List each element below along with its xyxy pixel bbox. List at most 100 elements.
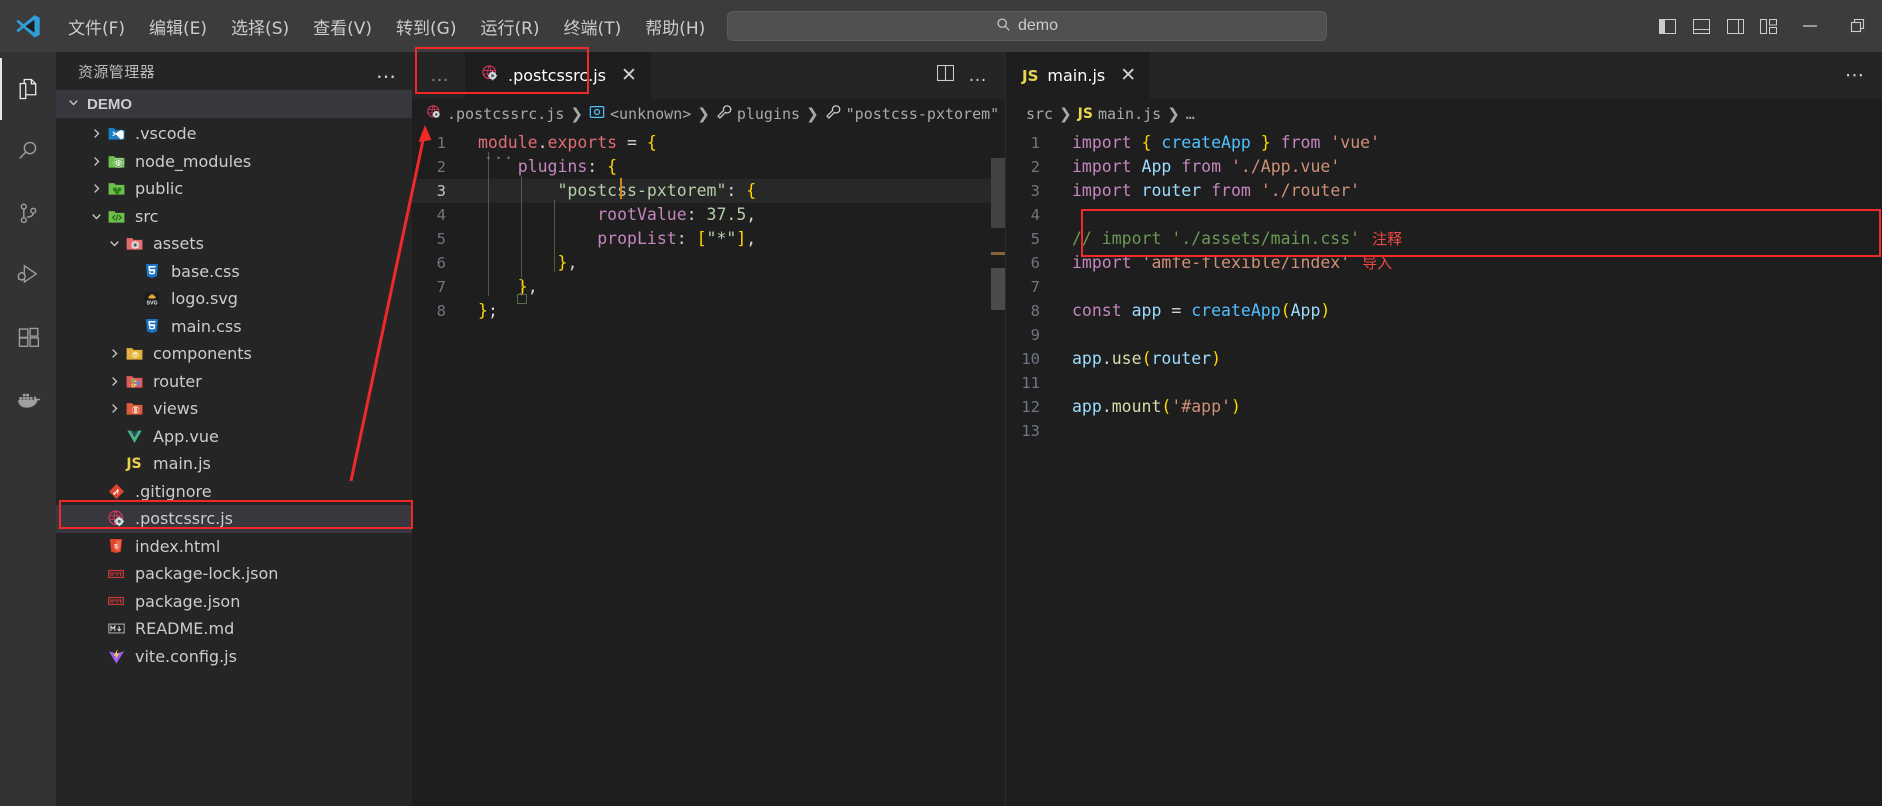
code-line[interactable]: 7: [1006, 275, 1882, 299]
tree-file-logo-svg[interactable]: SVG logo.svg: [56, 285, 412, 313]
postcss-icon: [426, 104, 442, 124]
explorer-root-demo[interactable]: DEMO: [56, 90, 412, 118]
activity-docker[interactable]: [0, 368, 56, 430]
menu-help[interactable]: 帮助(H): [633, 9, 717, 44]
line-number: 1: [1030, 134, 1040, 152]
css-icon: [141, 317, 163, 335]
tree-folder-public[interactable]: public: [56, 175, 412, 203]
editor-more-actions-icon[interactable]: …: [968, 66, 989, 85]
line-number: 7: [1030, 278, 1040, 296]
tree-item-label: src: [135, 206, 159, 226]
code-line[interactable]: 5 // import './assets/main.css' 注释: [1006, 227, 1882, 251]
code-line[interactable]: 6 import 'amfe-flexible/index' 导入: [1006, 251, 1882, 275]
tree-folder-node-modules[interactable]: JS node_modules: [56, 148, 412, 176]
code-line[interactable]: 7 },: [412, 275, 1005, 299]
code-line[interactable]: 8 const app = createApp(App): [1006, 299, 1882, 323]
tree-file-readme-md[interactable]: README.md: [56, 615, 412, 643]
file-tree: .vscode JS node_modules public src assets base…: [56, 118, 412, 806]
tree-file--gitignore[interactable]: .gitignore: [56, 478, 412, 506]
code-line[interactable]: 4 rootValue: 37.5,: [412, 203, 1005, 227]
code-line[interactable]: 1 import { createApp } from 'vue': [1006, 131, 1882, 155]
tree-file-main-css[interactable]: main.css: [56, 313, 412, 341]
menu-terminal[interactable]: 终端(T): [552, 9, 634, 44]
code-line[interactable]: 6 },: [412, 251, 1005, 275]
tab-postcssrc[interactable]: .postcssrc.js ✕: [465, 52, 652, 99]
code-line-text: const app = createApp(App): [1072, 301, 1331, 320]
breadcrumb-unknown-label: <unknown>: [609, 104, 692, 123]
code-line[interactable]: 10 app.use(router): [1006, 347, 1882, 371]
code-line[interactable]: 3 import router from './router': [1006, 179, 1882, 203]
code-line[interactable]: 12 app.mount('#app'): [1006, 395, 1882, 419]
activity-extensions[interactable]: [0, 306, 56, 368]
breadcrumb-item-file[interactable]: .postcssrc.js: [426, 104, 564, 124]
scrollbar-thumb-secondary[interactable]: [991, 268, 1005, 310]
editor-scrollbar-left[interactable]: [983, 128, 1005, 806]
menu-go[interactable]: 转到(G): [384, 9, 468, 44]
title-bar: 文件(F) 编辑(E) 选择(S) 查看(V) 转到(G) 运行(R) 终端(T…: [0, 0, 1882, 52]
breadcrumb-pxtorem-label: "postcss-pxtorem": [845, 104, 1000, 123]
menu-selection[interactable]: 选择(S): [219, 9, 301, 44]
js-icon: JS: [1022, 66, 1039, 85]
tree-file-app-vue[interactable]: App.vue: [56, 423, 412, 451]
code-editor-left[interactable]: 1 module.exports = {2 plugins: {3 "postcs…: [412, 128, 1005, 806]
scrollbar-thumb[interactable]: [991, 158, 1005, 228]
breadcrumb-item-more[interactable]: …: [1186, 105, 1195, 123]
menu-run[interactable]: 运行(R): [468, 9, 551, 44]
tree-file-base-css[interactable]: base.css: [56, 258, 412, 286]
breadcrumb-item-plugins[interactable]: plugins: [716, 104, 800, 124]
tree-file-main-js[interactable]: JS main.js: [56, 450, 412, 478]
tree-file--postcssrc-js[interactable]: .postcssrc.js: [56, 505, 412, 533]
code-line[interactable]: 9: [1006, 323, 1882, 347]
menu-file[interactable]: 文件(F): [56, 9, 137, 44]
folder-components-icon: [123, 344, 145, 363]
code-line[interactable]: 8};: [412, 299, 1005, 323]
tree-folder-views[interactable]: views: [56, 395, 412, 423]
tree-folder-router[interactable]: router: [56, 368, 412, 396]
toggle-secondary-sidebar-icon[interactable]: [1718, 0, 1752, 52]
menu-edit[interactable]: 编辑(E): [137, 9, 219, 44]
command-center-search[interactable]: demo: [727, 11, 1327, 41]
code-line-text: app.use(router): [1072, 349, 1222, 368]
customize-layout-icon[interactable]: [1752, 0, 1786, 52]
breadcrumb-item-mainjs[interactable]: JS main.js: [1078, 105, 1162, 123]
code-line[interactable]: 3 "postcss-pxtorem": {: [412, 179, 1005, 203]
activity-explorer[interactable]: [0, 58, 56, 120]
tree-folder-src[interactable]: src: [56, 203, 412, 231]
tree-file-vite-config-js[interactable]: vite.config.js: [56, 643, 412, 671]
tree-folder-components[interactable]: components: [56, 340, 412, 368]
tree-folder-assets[interactable]: assets: [56, 230, 412, 258]
tree-file-package-lock-json[interactable]: package-lock.json: [56, 560, 412, 588]
code-line[interactable]: 11: [1006, 371, 1882, 395]
indent-guide-marker: [517, 294, 527, 304]
tree-file-package-json[interactable]: package.json: [56, 588, 412, 616]
restore-button[interactable]: [1834, 0, 1882, 52]
breadcrumb-item-unknown[interactable]: <unknown>: [589, 104, 691, 124]
code-editor-right[interactable]: 1 import { createApp } from 'vue' 2 import …: [1006, 128, 1882, 806]
explorer-more-actions-icon[interactable]: …: [376, 61, 398, 81]
code-line[interactable]: 5 propList: ["*"],: [412, 227, 1005, 251]
toggle-panel-icon[interactable]: [1684, 0, 1718, 52]
tabs-overflow-icon[interactable]: …: [412, 52, 465, 99]
code-line[interactable]: 2 import App from './App.vue': [1006, 155, 1882, 179]
editor-more-actions-icon[interactable]: ⋯: [1845, 66, 1866, 85]
tree-folder--vscode[interactable]: .vscode: [56, 120, 412, 148]
activity-run-debug[interactable]: [0, 244, 56, 306]
toggle-primary-sidebar-icon[interactable]: [1650, 0, 1684, 52]
tree-item-label: index.html: [135, 536, 221, 556]
breadcrumb-item-src[interactable]: src: [1026, 105, 1053, 123]
split-editor-icon[interactable]: [936, 64, 955, 86]
close-icon[interactable]: ✕: [621, 66, 637, 85]
close-icon[interactable]: ✕: [1120, 66, 1136, 85]
activity-source-control[interactable]: [0, 182, 56, 244]
activity-search[interactable]: [0, 120, 56, 182]
menu-view[interactable]: 查看(V): [301, 9, 384, 44]
tree-file-index-html[interactable]: 5 index.html: [56, 533, 412, 561]
code-line[interactable]: 4: [1006, 203, 1882, 227]
tree-item-label: App.vue: [153, 426, 219, 446]
code-line-text: },: [517, 277, 538, 296]
breadcrumb-item-pxtorem[interactable]: "postcss-pxtorem": [825, 104, 1000, 124]
minimize-button[interactable]: [1786, 0, 1834, 52]
tab-main-js[interactable]: JS main.js ✕: [1006, 52, 1152, 99]
code-line[interactable]: 13: [1006, 419, 1882, 443]
annotation-note: 注释: [1372, 230, 1403, 248]
